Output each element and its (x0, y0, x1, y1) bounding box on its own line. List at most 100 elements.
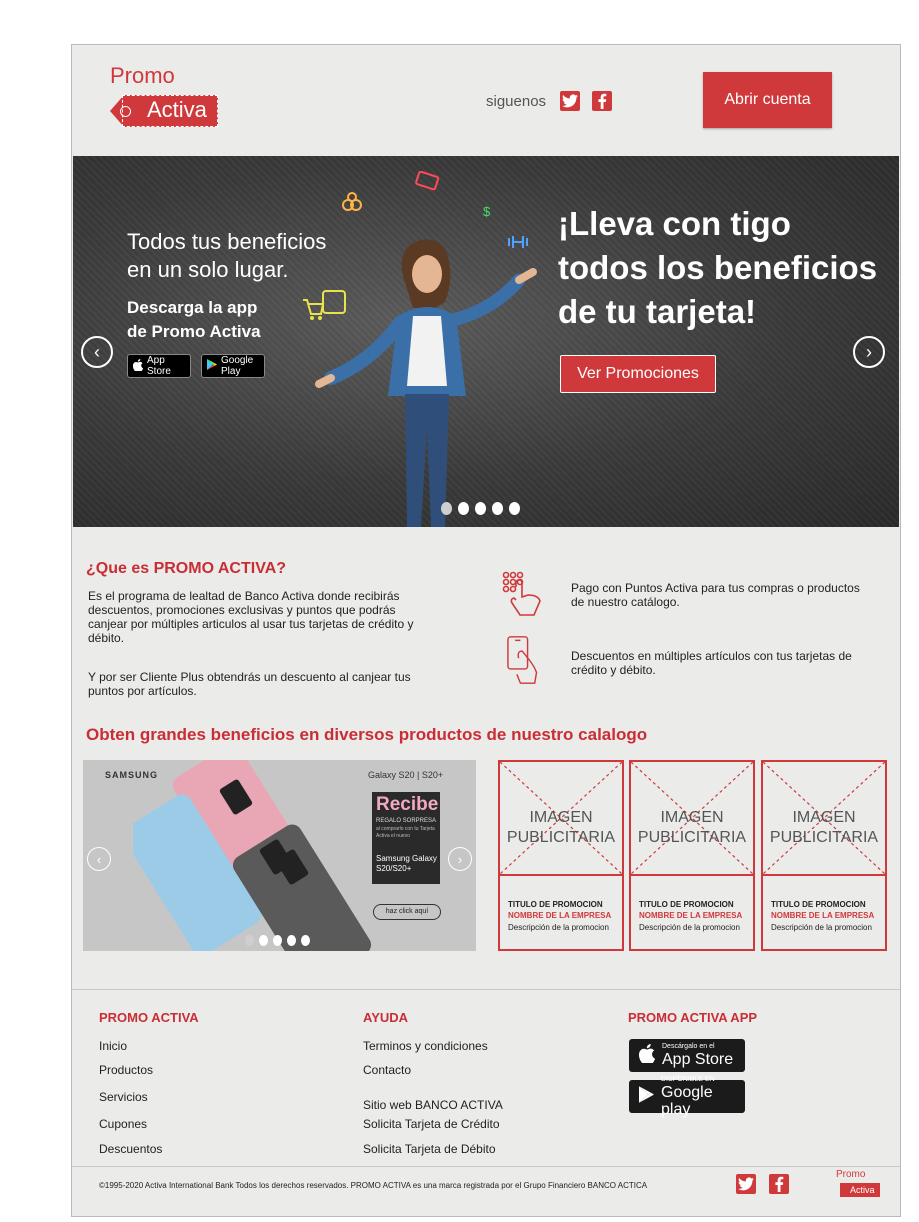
promo-title: TITULO DE PROMOCION (639, 900, 734, 909)
hand-phone-icon (507, 636, 538, 684)
promo-company: NOMBRE DE LA EMPRESA (639, 911, 743, 920)
promo-card-divider (763, 874, 885, 876)
carousel-dot[interactable] (259, 935, 268, 946)
header-social: siguenos (486, 89, 613, 113)
promo-card[interactable]: IMAGEN PUBLICITARIA TITULO DE PROMOCION … (761, 760, 887, 951)
products-title: Obten grandes beneficios en diversos pro… (86, 725, 648, 744)
promo-title: TITULO DE PROMOCION (771, 900, 866, 909)
facebook-icon[interactable] (592, 91, 613, 111)
neon-link-icon (341, 191, 363, 218)
footer-col1-title: PROMO ACTIVA (99, 1010, 199, 1025)
footer-link-productos[interactable]: Productos (99, 1063, 153, 1077)
hero-left-title: Todos tus beneficios en un solo lugar. (127, 229, 327, 282)
footer-divider (72, 989, 900, 990)
site-header: Promo Activa siguenos Abrir cuenta (72, 45, 900, 156)
carousel-dot[interactable] (301, 935, 310, 946)
footer-logo-promo: Promo (836, 1169, 866, 1180)
gift-panel: Recibe REGALO SORPRESA al comprarlo con … (372, 792, 440, 884)
hero-left-subtitle: Descarga la app de Promo Activa (127, 298, 261, 341)
footer-link-debit-card[interactable]: Solicita Tarjeta de Débito (363, 1142, 496, 1156)
promo-description: Descripción de la promocion (508, 923, 609, 932)
pagination-dot[interactable] (441, 502, 452, 515)
neon-cart-icon (301, 296, 325, 327)
promo-image-text: IMAGEN PUBLICITARIA (637, 809, 747, 846)
hero-pagination (441, 502, 520, 515)
google-play-icon (639, 1085, 654, 1108)
footer-google-play-badge[interactable]: DISPONIBLE EN Google play (629, 1076, 745, 1118)
about-title: ¿Que es PROMO ACTIVA? (86, 560, 287, 577)
facebook-icon[interactable] (769, 1174, 789, 1194)
phones-illustration (133, 760, 372, 951)
google-play-small-text: DISPONIBLE EN (661, 1075, 715, 1083)
hero-banner: Todos tus beneficios en un solo lugar. D… (73, 156, 899, 527)
promo-card[interactable]: IMAGEN PUBLICITARIA TITULO DE PROMOCION … (629, 760, 755, 951)
footer-link-bank-site[interactable]: Sitio web BANCO ACTIVA (363, 1098, 503, 1112)
footer-col2-title: AYUDA (363, 1010, 409, 1025)
carousel-dot[interactable] (245, 935, 254, 946)
hero-prev-arrow[interactable]: ‹ (81, 336, 113, 368)
gift-title: REGALO SORPRESA (376, 818, 437, 824)
carousel-pagination (245, 935, 310, 946)
pagination-dot[interactable] (509, 502, 520, 515)
view-promotions-button[interactable]: Ver Promociones (560, 355, 716, 393)
google-play-large-text: Google play (661, 1083, 713, 1118)
carousel-dot[interactable] (287, 935, 296, 946)
gift-subtitle: al comprarlo con tu Tarjeta Activa el nu… (376, 826, 435, 839)
footer-link-descuentos[interactable]: Descuentos (99, 1142, 162, 1156)
hero-next-arrow[interactable]: › (853, 336, 885, 368)
footer-link-servicios[interactable]: Servicios (99, 1090, 148, 1104)
footer-link-inicio[interactable]: Inicio (99, 1039, 127, 1053)
gift-recibe: Recibe (376, 794, 439, 815)
footer-link-terms[interactable]: Terminos y condiciones (363, 1039, 488, 1053)
about-paragraph-2: Y por ser Cliente Plus obtendrás un desc… (88, 670, 411, 698)
promo-card-divider (631, 874, 753, 876)
promo-image-placeholder: IMAGEN PUBLICITARIA (500, 762, 622, 874)
footer-app-store-badge[interactable]: Descárgalo en el App Store (629, 1039, 745, 1072)
footer-link-cupones[interactable]: Cupones (99, 1117, 147, 1131)
footer-col3-title: PROMO ACTIVA APP (628, 1010, 758, 1025)
feature-discounts-text: Descuentos en múltiples artículos con tu… (571, 649, 852, 677)
app-store-small-text: Descárgalo en el (662, 1043, 715, 1050)
promo-image-placeholder: IMAGEN PUBLICITARIA (763, 762, 885, 874)
promo-company: NOMBRE DE LA EMPRESA (508, 911, 612, 920)
logo-tag-hole (120, 106, 131, 117)
promo-image-placeholder: IMAGEN PUBLICITARIA (631, 762, 753, 874)
woman-illustration (315, 239, 537, 527)
pagination-dot[interactable] (475, 502, 486, 515)
carousel-dot[interactable] (273, 935, 282, 946)
promo-description: Descripción de la promocion (771, 923, 872, 932)
hand-keypad-icon (502, 571, 541, 616)
open-account-button[interactable]: Abrir cuenta (703, 72, 832, 128)
footer-logo[interactable]: Promo Activa (836, 1169, 882, 1199)
hero-app-store-badge[interactable]: App Store (127, 354, 191, 378)
pagination-dot[interactable] (492, 502, 503, 515)
promo-card[interactable]: IMAGEN PUBLICITARIA TITULO DE PROMOCION … (498, 760, 624, 951)
click-here-button[interactable]: haz click aquí (373, 904, 441, 920)
promo-image-text: IMAGEN PUBLICITARIA (769, 809, 879, 846)
promo-company: NOMBRE DE LA EMPRESA (771, 911, 875, 920)
logo-word-promo: Promo (110, 63, 175, 88)
about-paragraph-1: Es el programa de lealtad de Banco Activ… (88, 589, 414, 645)
logo-word-activa: Activa (122, 95, 218, 127)
hero-google-play-badge[interactable]: Google Play (201, 354, 265, 378)
footer-logo-activa: Activa (840, 1183, 880, 1197)
hero-headline: ¡Lleva con tigo todos los beneficios de … (558, 205, 878, 330)
promo-card-divider (500, 874, 622, 876)
twitter-icon[interactable] (560, 91, 581, 111)
carousel-model: Galaxy S20 | S20+ (368, 770, 444, 780)
samsung-carousel[interactable]: SAMSUNG Galaxy S20 | S20+ Recibe REGALO … (83, 760, 476, 951)
twitter-icon[interactable] (736, 1174, 756, 1194)
page-frame: Promo Activa siguenos Abrir cuenta Todos… (71, 44, 901, 1217)
pagination-dot[interactable] (458, 502, 469, 515)
footer-link-credit-card[interactable]: Solicita Tarjeta de Crédito (363, 1117, 500, 1131)
hero-google-play-label: Google Play (221, 355, 254, 377)
promo-activa-logo[interactable]: Promo Activa (108, 65, 220, 133)
copyright-text: ©1995-2020 Activa International Bank Tod… (99, 1181, 648, 1190)
promo-description: Descripción de la promocion (639, 923, 740, 932)
copyright-divider (72, 1166, 900, 1167)
follow-label: siguenos (486, 92, 547, 110)
carousel-prev-arrow[interactable]: ‹ (87, 847, 111, 871)
carousel-next-arrow[interactable]: › (448, 847, 472, 871)
apple-icon (638, 1043, 656, 1068)
footer-link-contact[interactable]: Contacto (363, 1063, 411, 1077)
